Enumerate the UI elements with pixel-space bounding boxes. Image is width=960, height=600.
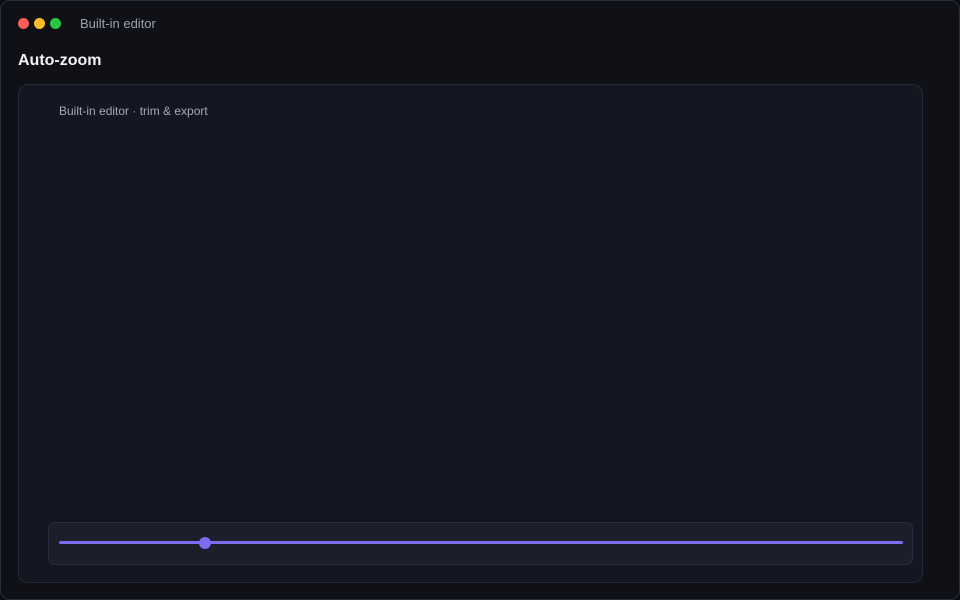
window-title: Built-in editor xyxy=(80,16,156,31)
editor-caption: Built-in editor · trim & export xyxy=(59,104,208,118)
page-title: Auto-zoom xyxy=(18,52,102,69)
timeline-track[interactable] xyxy=(59,541,903,544)
maximize-window-button[interactable] xyxy=(50,18,61,29)
minimize-window-button[interactable] xyxy=(34,18,45,29)
editor-panel: Built-in editor · trim & export xyxy=(18,84,923,583)
close-window-button[interactable] xyxy=(18,18,29,29)
timeline-scrubber[interactable] xyxy=(48,522,913,565)
playhead-handle[interactable] xyxy=(199,537,211,549)
titlebar: Built-in editor xyxy=(1,1,959,47)
app-window: Built-in editor Auto-zoom Built-in edito… xyxy=(0,0,960,600)
